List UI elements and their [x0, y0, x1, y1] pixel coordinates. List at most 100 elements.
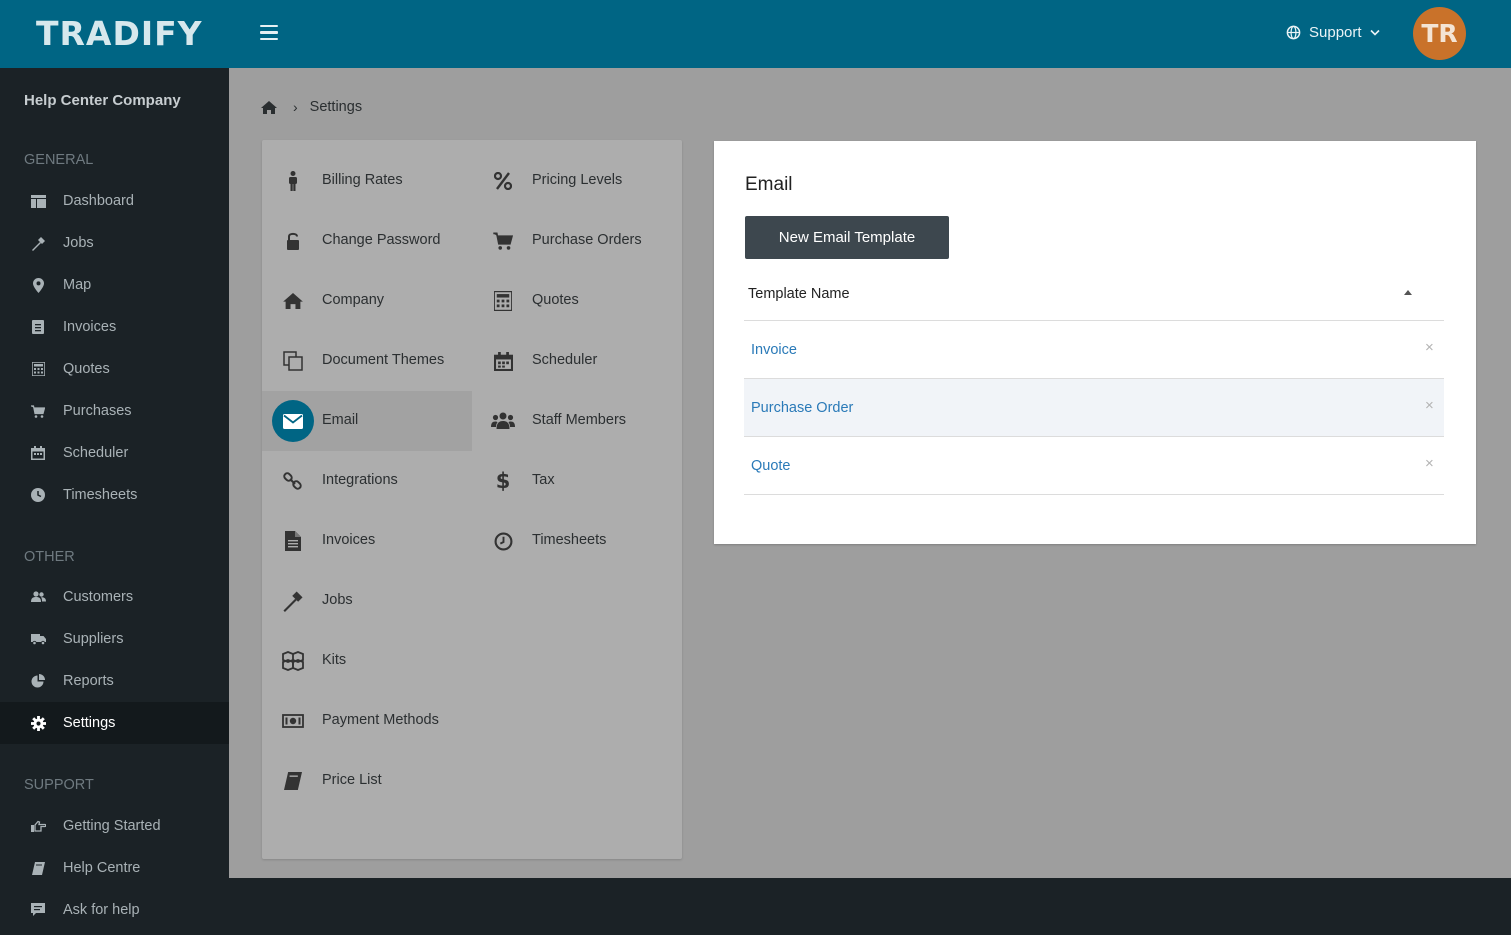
users-icon [491, 410, 515, 432]
sidebar-item-help-centre[interactable]: Help Centre [0, 847, 229, 889]
settings-item-billing-rates[interactable]: Billing Rates [262, 151, 472, 211]
sidebar-item-suppliers[interactable]: Suppliers [0, 618, 229, 660]
settings-item-price-list[interactable]: Price List [262, 751, 472, 811]
sidebar-item-invoices[interactable]: Invoices [0, 306, 229, 348]
sidebar-item-map[interactable]: Map [0, 264, 229, 306]
delete-icon[interactable]: × [1425, 397, 1434, 414]
settings-item-timesheets[interactable]: Timesheets [472, 511, 682, 571]
chat-icon [30, 902, 46, 918]
template-link-purchase-order[interactable]: Purchase Order [751, 400, 853, 416]
map-pin-icon [30, 277, 46, 293]
dashboard-icon [30, 193, 46, 209]
cart-icon [491, 230, 515, 252]
calculator-icon [491, 290, 515, 312]
delete-icon[interactable]: × [1425, 339, 1434, 356]
sidebar-item-reports[interactable]: Reports [0, 660, 229, 702]
settings-menu: Billing Rates Change Password Company Do… [262, 140, 682, 859]
breadcrumb-current: Settings [309, 99, 363, 115]
settings-item-change-password[interactable]: Change Password [262, 211, 472, 271]
table-header: Template Name [744, 276, 1444, 321]
settings-item-label: Quotes [532, 292, 579, 308]
percent-icon [491, 170, 515, 192]
settings-item-label: Purchase Orders [532, 232, 642, 248]
table-row: Purchase Order × [744, 379, 1444, 437]
column-header-template-name[interactable]: Template Name [748, 286, 850, 302]
settings-item-integrations[interactable]: Integrations [262, 451, 472, 511]
home-icon[interactable] [261, 100, 277, 114]
settings-item-invoices[interactable]: Invoices [262, 511, 472, 571]
sidebar-item-getting-started[interactable]: Getting Started [0, 805, 229, 847]
settings-item-label: Jobs [322, 592, 353, 608]
sidebar-item-timesheets[interactable]: Timesheets [0, 474, 229, 516]
settings-item-company[interactable]: Company [262, 271, 472, 331]
sidebar-item-customers[interactable]: Customers [0, 576, 229, 618]
sidebar-item-quotes[interactable]: Quotes [0, 348, 229, 390]
sidebar-item-purchases[interactable]: Purchases [0, 390, 229, 432]
sidebar-item-dashboard[interactable]: Dashboard [0, 180, 229, 222]
pie-chart-icon [30, 673, 46, 689]
home-icon [281, 290, 305, 312]
sidebar-item-label: Reports [63, 673, 114, 689]
sidebar-item-label: Jobs [63, 235, 94, 251]
person-icon [281, 170, 305, 192]
settings-item-quotes[interactable]: Quotes [472, 271, 682, 331]
support-label: Support [1309, 24, 1362, 41]
settings-item-pricing-levels[interactable]: Pricing Levels [472, 151, 682, 211]
new-email-template-button[interactable]: New Email Template [745, 216, 949, 259]
clock-icon [30, 487, 46, 503]
section-other: OTHER [24, 549, 75, 565]
app-logo[interactable]: TRADIFY [36, 14, 203, 53]
support-dropdown[interactable]: Support [1286, 24, 1380, 41]
calculator-icon [30, 361, 46, 377]
sidebar-item-label: Dashboard [63, 193, 134, 209]
settings-item-label: Price List [322, 772, 382, 788]
book-icon [281, 770, 305, 792]
settings-item-jobs[interactable]: Jobs [262, 571, 472, 631]
user-avatar[interactable]: TR [1413, 7, 1466, 60]
sidebar-item-jobs[interactable]: Jobs [0, 222, 229, 264]
settings-item-label: Change Password [322, 232, 441, 248]
table-row: Invoice × [744, 321, 1444, 379]
hand-point-icon [30, 818, 46, 834]
sidebar-item-settings[interactable]: Settings [0, 702, 229, 744]
dollar-icon: $ [495, 469, 511, 493]
sidebar-item-label: Suppliers [63, 631, 124, 647]
sidebar-item-label: Getting Started [63, 818, 161, 834]
menu-toggle-icon[interactable] [260, 25, 278, 41]
settings-item-label: Company [322, 292, 385, 308]
template-link-invoice[interactable]: Invoice [751, 342, 797, 358]
sidebar-item-label: Map [63, 277, 92, 293]
settings-item-label: Timesheets [532, 532, 607, 548]
sidebar-item-label: Help Centre [63, 860, 141, 876]
sidebar-item-label: Invoices [63, 319, 117, 335]
settings-item-tax[interactable]: $ Tax [472, 451, 682, 511]
settings-item-kits[interactable]: Kits [262, 631, 472, 691]
settings-item-scheduler[interactable]: Scheduler [472, 331, 682, 391]
footer-bar [229, 878, 1511, 935]
template-link-quote[interactable]: Quote [751, 458, 791, 474]
sidebar-item-scheduler[interactable]: Scheduler [0, 432, 229, 474]
invoice-icon [30, 319, 46, 335]
sort-asc-icon[interactable] [1404, 290, 1412, 295]
book-icon [30, 860, 46, 876]
sidebar-item-label: Scheduler [63, 445, 129, 461]
settings-item-email[interactable]: Email [262, 391, 472, 451]
settings-item-payment-methods[interactable]: Payment Methods [262, 691, 472, 751]
clock-icon [491, 530, 515, 552]
settings-item-purchase-orders[interactable]: Purchase Orders [472, 211, 682, 271]
sidebar-item-ask-for-help[interactable]: Ask for help [0, 889, 229, 931]
hammer-icon [281, 590, 305, 612]
unlock-icon [281, 230, 305, 252]
settings-item-staff-members[interactable]: Staff Members [472, 391, 682, 451]
settings-item-label: Tax [532, 472, 555, 488]
cart-icon [30, 403, 46, 419]
settings-item-label: Integrations [322, 472, 398, 488]
settings-item-label: Kits [322, 652, 347, 668]
settings-item-label: Scheduler [532, 352, 598, 368]
chevron-down-icon [1369, 29, 1380, 36]
settings-item-document-themes[interactable]: Document Themes [262, 331, 472, 391]
delete-icon[interactable]: × [1425, 455, 1434, 472]
breadcrumb: › Settings [261, 99, 362, 115]
globe-icon [1286, 25, 1301, 40]
table-row: Quote × [744, 437, 1444, 495]
